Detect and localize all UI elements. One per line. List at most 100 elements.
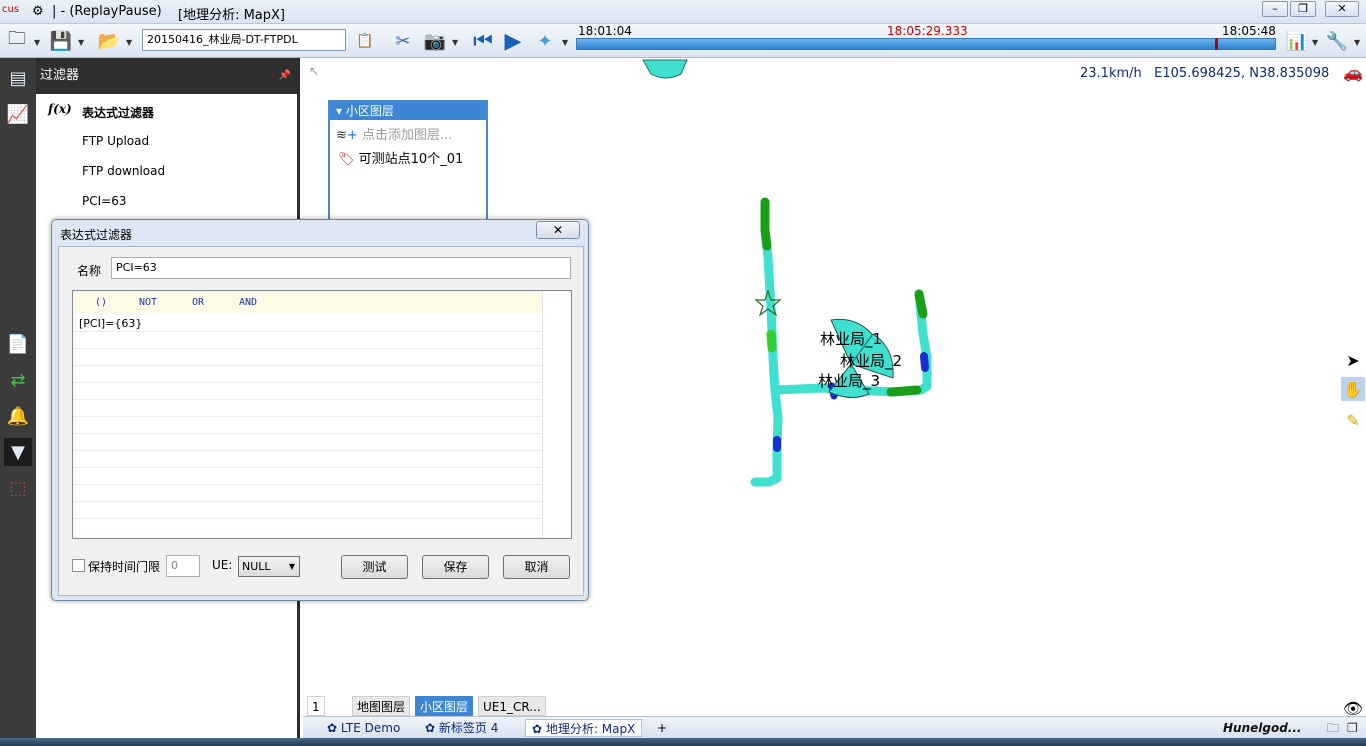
chevron-down-icon[interactable]: ▼ [452,38,460,47]
window-icon[interactable]: ❐ [1347,719,1358,737]
route-segment-good [886,385,922,397]
route-segment-good [766,329,777,353]
chart-icon[interactable]: 📊 [1284,28,1310,54]
keep-time-checkbox[interactable] [72,559,85,572]
time-end: 18:05:48 [1222,24,1276,38]
layer-panel-title: 小区图层 [345,104,394,118]
cancel-button[interactable]: 取消 [503,555,570,579]
tab-new-page[interactable]: ✿ 新标签页 4 [425,719,498,737]
timeline-cursor[interactable] [1215,38,1218,50]
chevron-down-icon[interactable]: ▼ [34,38,42,47]
chevron-down-icon[interactable]: ▼ [1312,38,1320,47]
cursor-icon[interactable]: ➤ [1341,348,1365,372]
filter-item-ftp-download[interactable]: FTP download [82,164,165,178]
open-icon[interactable]: 🗀 [4,28,30,54]
scissors-icon[interactable]: ✂ [390,28,416,54]
layers-icon[interactable]: ▤ [4,64,32,92]
title-bar: cus ⚙ | - (ReplayPause) [地理分析: MapX] – ❐… [0,0,1366,24]
layer-item-name: 可测站点10个_01 [358,152,464,167]
tab-ue1[interactable]: UE1_CR... [478,696,546,716]
hand-icon[interactable]: ✋ [1341,377,1365,401]
expression-line[interactable] [73,485,543,502]
expression-line[interactable] [73,502,543,519]
expression-editor[interactable]: () NOT OR AND [PCI]={63} [72,290,572,539]
report-icon[interactable]: 📄 [4,330,32,358]
timeline-track[interactable] [576,38,1276,50]
cell-label: 林业局_2 [840,352,903,370]
folder-icon[interactable]: 📂 [96,28,122,54]
route-segment-good [760,197,772,251]
chevron-down-icon[interactable]: ▼ [562,38,570,47]
add-layer-hint: 点击添加图层... [361,128,453,143]
expression-line[interactable] [73,366,543,383]
expression-line[interactable] [73,451,543,468]
tab-cell-layer[interactable]: 小区图层 [415,696,474,716]
tools-icon[interactable]: 🔧 [1324,28,1350,54]
play-icon[interactable]: ▶ [500,28,526,54]
filter-item-expression[interactable]: 表达式过滤器 [82,104,154,121]
expression-line[interactable] [73,417,543,434]
add-layer-row[interactable]: ≋+ 点击添加图层... [336,124,452,143]
route-segment-good [914,289,928,319]
ue-select[interactable]: NULL ▼ [238,556,300,577]
editor-divider [542,291,543,538]
expression-line[interactable] [73,400,543,417]
save-button[interactable]: 保存 [422,555,489,579]
tab-label: 地理分析: MapX [545,722,636,736]
keep-time-input[interactable]: 0 [166,555,200,577]
operator-not[interactable]: NOT [139,297,157,308]
dialog-title: 表达式过滤器 [60,228,133,242]
filter-icon[interactable]: ▼ [4,438,32,466]
operator-and[interactable]: AND [239,297,257,308]
time-start: 18:01:04 [578,24,632,38]
expression-line[interactable] [73,332,543,349]
tab-label: 新标签页 4 [438,721,499,735]
chevron-down-icon[interactable]: ▼ [1354,38,1362,47]
selection-icon[interactable]: ⬚ [4,474,32,502]
file-selector[interactable]: 20150416_林业局-DT-FTPDL [142,29,346,51]
ruler-icon[interactable]: ✎ [1341,408,1365,432]
pin-icon[interactable]: 📌 [279,58,291,94]
filter-panel-header: 过滤器 📌 [36,58,297,94]
expression-line[interactable] [73,434,543,451]
tab-map-layer[interactable]: 地图图层 [352,696,411,716]
minimize-button[interactable]: – [1262,1,1288,17]
replay-timeline[interactable]: 18:01:04 18:05:29.333 18:05:48 [576,24,1276,54]
save-icon[interactable]: 💾 [48,28,74,54]
dialog-body: 名称 PCI=63 () NOT OR AND [PCI]={63} 保持时间门… [58,246,584,596]
time-current: 18:05:29.333 [887,24,968,38]
filter-item-ftp-upload[interactable]: FTP Upload [82,134,149,148]
line-chart-icon[interactable]: 📈 [4,100,32,128]
log-icon[interactable]: 📋 [352,28,378,54]
cell-sector [642,59,688,79]
expression-filter-dialog: 表达式过滤器 ✕ 名称 PCI=63 () NOT OR AND [PCI]={… [51,219,589,601]
folder-icon[interactable]: 🗀 [1327,719,1339,737]
chevron-down-icon[interactable]: ▼ [78,38,86,47]
rewind-icon[interactable]: ⏮ [470,28,496,54]
layer-item[interactable]: 🏷 可测站点10个_01 [338,148,463,167]
close-window-button[interactable]: ✕ [1325,1,1359,17]
tab-lte-demo[interactable]: ✿ LTE Demo [327,719,400,737]
tab-geo-analysis[interactable]: ✿ 地理分析: MapX [525,719,643,737]
dialog-close-button[interactable]: ✕ [536,221,580,239]
wand-icon[interactable]: ✦ [532,28,558,54]
layer-panel-header[interactable]: ▾ 小区图层 [330,102,486,120]
filter-item-pci[interactable]: PCI=63 [82,194,126,208]
transfer-icon[interactable]: ⇄ [4,366,32,394]
expression-line[interactable] [73,383,543,400]
toolbar: 🗀 ▼ 💾 ▼ 📂 ▼ 20150416_林业局-DT-FTPDL 📋 ✂ 📷 … [0,24,1366,58]
chevron-down-icon[interactable]: ▼ [126,38,134,47]
car-icon[interactable]: 🚗 [1341,60,1365,84]
expression-line[interactable]: [PCI]={63} [73,315,543,332]
alarm-icon[interactable]: 🔔 [4,402,32,430]
restore-button[interactable]: ❐ [1290,1,1316,17]
operator-parentheses[interactable]: () [95,297,107,308]
camera-icon[interactable]: 📷 [422,28,448,54]
expression-line[interactable] [73,349,543,366]
add-tab-button[interactable]: + [657,719,667,737]
page-number: 1 [307,696,325,716]
name-input[interactable]: PCI=63 [111,257,571,279]
test-button[interactable]: 测试 [341,555,408,579]
expression-line[interactable] [73,468,543,485]
operator-or[interactable]: OR [192,297,204,308]
